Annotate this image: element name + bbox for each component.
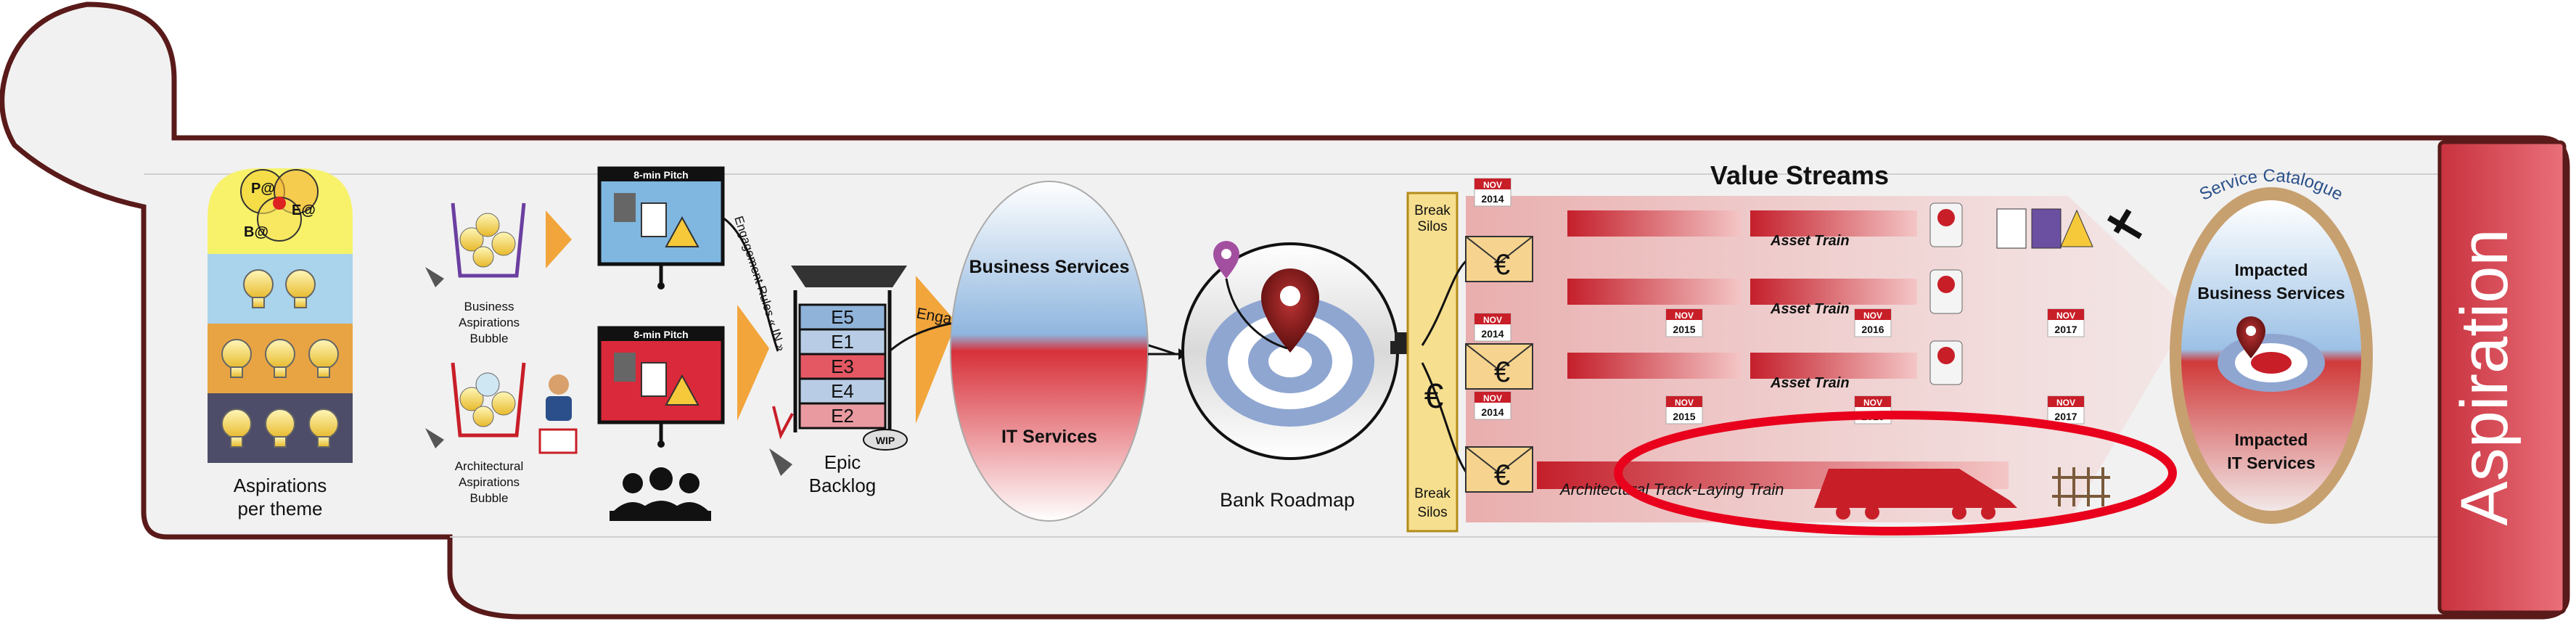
pitch-title-bottom: 8-min Pitch bbox=[633, 329, 688, 340]
row3-date1-month: NOV bbox=[1675, 398, 1694, 408]
architectural-bubble-label-1: Architectural bbox=[455, 459, 523, 473]
row2-date1-year: 2015 bbox=[1673, 324, 1695, 335]
backlog-label-1: Epic bbox=[824, 451, 861, 473]
business-bubble-label-1: Business bbox=[464, 300, 514, 313]
architectural-bubble-label-2: Aspirations bbox=[459, 475, 520, 489]
row1-year: 2014 bbox=[1481, 193, 1504, 205]
aspiration-diagram: Aspiration P@ E@ B@ Aspirations per them… bbox=[0, 1, 2570, 620]
it-services-label: IT Services bbox=[1001, 427, 1097, 447]
backlog-item-e3: E3 bbox=[831, 356, 854, 377]
business-bubble-label-2: Aspirations bbox=[459, 316, 520, 329]
architectural-train-label: Architectural Track-Laying Train bbox=[1559, 480, 1784, 498]
bank-roadmap-label: Bank Roadmap bbox=[1220, 489, 1355, 511]
row2-date2-month: NOV bbox=[1863, 311, 1882, 321]
backlog-item-e1: E1 bbox=[831, 331, 854, 353]
break-silos-bottom-2: Silos bbox=[1417, 505, 1447, 520]
certificate-icon bbox=[1929, 269, 1963, 314]
impacted-it-1: Impacted bbox=[2235, 430, 2308, 449]
row2-train-label: Asset Train bbox=[1770, 301, 1850, 317]
aspirations-label-1: Aspirations bbox=[234, 475, 327, 496]
business-services-label: Business Services bbox=[969, 257, 1130, 277]
pitch-title-top: 8-min Pitch bbox=[633, 169, 688, 181]
row3-date3-month: NOV bbox=[2056, 398, 2075, 408]
row1-train-label: Asset Train bbox=[1770, 233, 1850, 249]
row2-date2-year: 2016 bbox=[1861, 324, 1884, 335]
deliverables-icon bbox=[1996, 208, 2093, 249]
architectural-bubble-label-3: Bubble bbox=[470, 491, 509, 505]
row1-month: NOV bbox=[1483, 180, 1502, 190]
certificate-icon bbox=[1929, 340, 1963, 385]
backlog-item-e5: E5 bbox=[831, 306, 854, 328]
break-silos-top-1: Break bbox=[1414, 203, 1451, 218]
venn-label-e: E@ bbox=[292, 202, 316, 218]
aspiration-tab-label: Aspiration bbox=[2448, 229, 2522, 525]
backlog-label-2: Backlog bbox=[809, 475, 877, 496]
svg-text:€: € bbox=[1494, 356, 1510, 388]
row2-month: NOV bbox=[1483, 315, 1502, 325]
wip-badge: WIP bbox=[876, 435, 895, 446]
aspirations-label-2: per theme bbox=[237, 498, 322, 520]
impacted-it-2: IT Services bbox=[2227, 453, 2315, 472]
svg-text:€: € bbox=[1494, 459, 1510, 491]
break-silos-column bbox=[1406, 192, 1459, 533]
row2-year: 2014 bbox=[1481, 328, 1504, 340]
row3-train-label: Asset Train bbox=[1770, 375, 1850, 391]
impacted-business-1: Impacted bbox=[2235, 260, 2308, 279]
row3-date3-year: 2017 bbox=[2054, 411, 2077, 422]
business-bubble-label-3: Bubble bbox=[470, 332, 509, 345]
venn-label-b: B@ bbox=[244, 224, 268, 240]
backlog-item-e2: E2 bbox=[831, 405, 854, 427]
certificate-icon bbox=[1929, 202, 1963, 247]
break-silos-bottom-1: Break bbox=[1414, 486, 1451, 501]
row3-date1-year: 2015 bbox=[1673, 411, 1695, 422]
row2-date3-month: NOV bbox=[2056, 311, 2075, 321]
row2-date1-month: NOV bbox=[1675, 311, 1694, 321]
break-silos-top-2: Silos bbox=[1417, 219, 1447, 234]
backlog-item-e4: E4 bbox=[831, 380, 854, 402]
services-oval: Business Services IT Services bbox=[950, 181, 1149, 522]
row3-date2-month: NOV bbox=[1863, 398, 1882, 408]
svg-text:€: € bbox=[1494, 249, 1510, 281]
impacted-business-2: Business Services bbox=[2197, 284, 2345, 303]
value-streams-title: Value Streams bbox=[1710, 160, 1889, 190]
venn-label-p: P@ bbox=[251, 181, 275, 197]
row3-year: 2014 bbox=[1481, 406, 1504, 418]
row2-date3-year: 2017 bbox=[2054, 324, 2077, 335]
row3-month: NOV bbox=[1483, 393, 1502, 403]
